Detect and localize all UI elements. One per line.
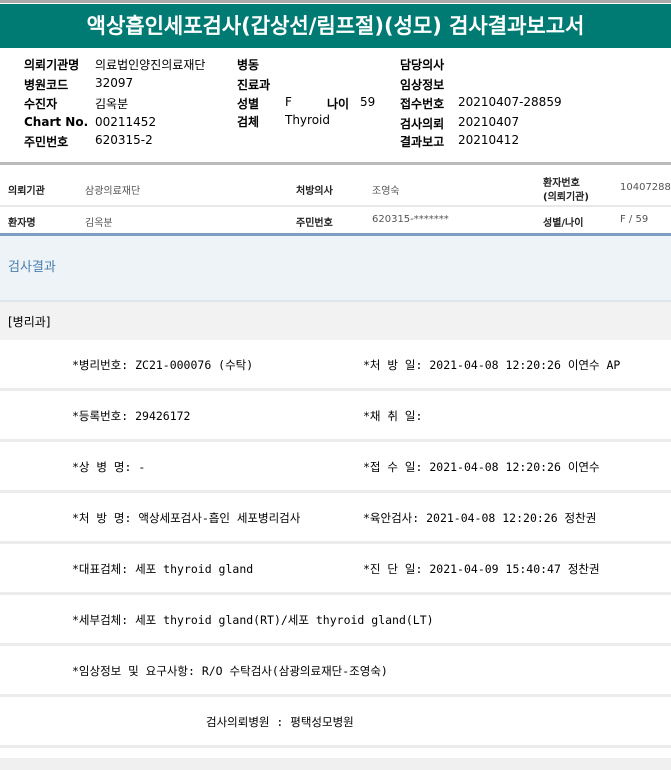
value-sex-age: F / 59 — [620, 214, 649, 225]
value-request-date: 20210407 — [458, 115, 520, 129]
label-prescriber: 처방의사 — [296, 186, 333, 197]
value-receipt-no: 20210407-28859 — [458, 95, 562, 109]
value-institution: 의료법인양진의료재단 — [95, 58, 206, 72]
value-requesting-org: 삼광의료재단 — [85, 186, 141, 197]
label-report-date: 결과보고 — [400, 135, 445, 149]
result-right: *진 단 일: 2021-04-09 15:40:47 정찬권 — [363, 562, 600, 576]
label-patient: 수진자 — [24, 97, 58, 111]
value-patient: 김옥분 — [95, 97, 129, 111]
result-right: *처 방 일: 2021-04-08 12:20:26 이연수 AP — [363, 358, 621, 372]
label-sex-age: 성별/나이 — [543, 218, 584, 229]
value-age: 59 — [360, 95, 376, 109]
value-resident-no: 620315-2 — [95, 133, 153, 147]
result-left: *처 방 명: 액상세포검사-흡인 세포병리검사 — [72, 511, 301, 525]
label-patient-no: 환자번호 — [543, 178, 580, 189]
label-institution: 의뢰기관명 — [24, 58, 80, 72]
result-left: *상 병 명: - — [72, 460, 146, 474]
value-patient-no: 1040728859 — [620, 182, 671, 193]
value-report-date: 20210412 — [458, 133, 520, 147]
top-border — [0, 0, 671, 3]
report-title: 액상흡인세포검사(갑상선/림프절)(성모) 검사결과보고서 — [0, 4, 671, 48]
row-divider — [0, 205, 671, 207]
footer-band — [0, 758, 671, 770]
section-title: 검사결과 — [8, 260, 56, 275]
label-receipt-no: 접수번호 — [400, 97, 445, 111]
value-prescriber: 조영숙 — [372, 186, 400, 197]
label-age: 나이 — [327, 97, 350, 111]
value-patient-name: 김옥분 — [85, 218, 113, 229]
result-row: *대표검체: 세포 thyroid gland *진 단 일: 2021-04-0… — [0, 544, 671, 595]
value-sex: F — [285, 95, 292, 109]
result-row: *상 병 명: - *접 수 일: 2021-04-08 12:20:26 이연수 — [0, 442, 671, 493]
result-row: *임상정보 및 요구사항: R/O 수탁검사(삼광의료재단-조영숙) — [0, 646, 671, 697]
label-hospital-code: 병원코드 — [24, 78, 69, 92]
result-row: 검사의뢰병원 : 평택성모병원 — [0, 697, 671, 748]
label-specimen: 검체 — [237, 115, 260, 129]
label-requesting-org: 의뢰기관 — [8, 186, 45, 197]
requesting-hospital: 검사의뢰병원 : 평택성모병원 — [206, 715, 354, 729]
value-hospital-code: 32097 — [95, 76, 134, 90]
result-right: *육안검사: 2021-04-08 12:20:26 정찬권 — [363, 511, 597, 525]
label-chart-no: Chart No. — [24, 115, 89, 129]
label-request-date: 검사의뢰 — [400, 117, 445, 131]
result-left: *대표검체: 세포 thyroid gland — [72, 562, 254, 576]
value-resident-id: 620315-******* — [372, 214, 449, 225]
result-left: *등록번호: 29426172 — [72, 409, 191, 423]
result-left: *임상정보 및 요구사항: R/O 수탁검사(삼광의료재단-조영숙) — [72, 664, 388, 678]
label-patient-no-sub: (의뢰기관) — [543, 192, 589, 203]
department-band: [병리과] — [0, 302, 671, 340]
value-specimen: Thyroid — [285, 113, 330, 127]
result-row: *처 방 명: 액상세포검사-흡인 세포병리검사 *육안검사: 2021-04-0… — [0, 493, 671, 544]
results-section-header: 검사결과 — [0, 236, 671, 302]
label-resident-no: 주민번호 — [24, 135, 69, 149]
result-row: *병리번호: ZC21-000076 (수탁) *처 방 일: 2021-04-0… — [0, 340, 671, 391]
department-label: [병리과] — [8, 315, 51, 329]
label-department: 진료과 — [237, 78, 271, 92]
result-right: *접 수 일: 2021-04-08 12:20:26 이연수 — [363, 460, 600, 474]
result-left: *세부검체: 세포 thyroid gland(RT)/세포 thyroid g… — [72, 613, 434, 627]
label-ward: 병동 — [237, 58, 260, 72]
result-row: *등록번호: 29426172 *채 취 일: — [0, 391, 671, 442]
result-left: *병리번호: ZC21-000076 (수탁) — [72, 358, 254, 372]
divider — [0, 162, 671, 165]
value-chart-no: 00211452 — [95, 115, 157, 129]
result-right: *채 취 일: — [363, 409, 423, 423]
label-doctor: 담당의사 — [400, 58, 445, 72]
label-resident-id: 주민번호 — [296, 218, 333, 229]
label-clinical-info: 임상정보 — [400, 78, 445, 92]
label-patient-name: 환자명 — [8, 218, 36, 229]
label-sex: 성별 — [237, 97, 260, 111]
result-row: *세부검체: 세포 thyroid gland(RT)/세포 thyroid g… — [0, 595, 671, 646]
